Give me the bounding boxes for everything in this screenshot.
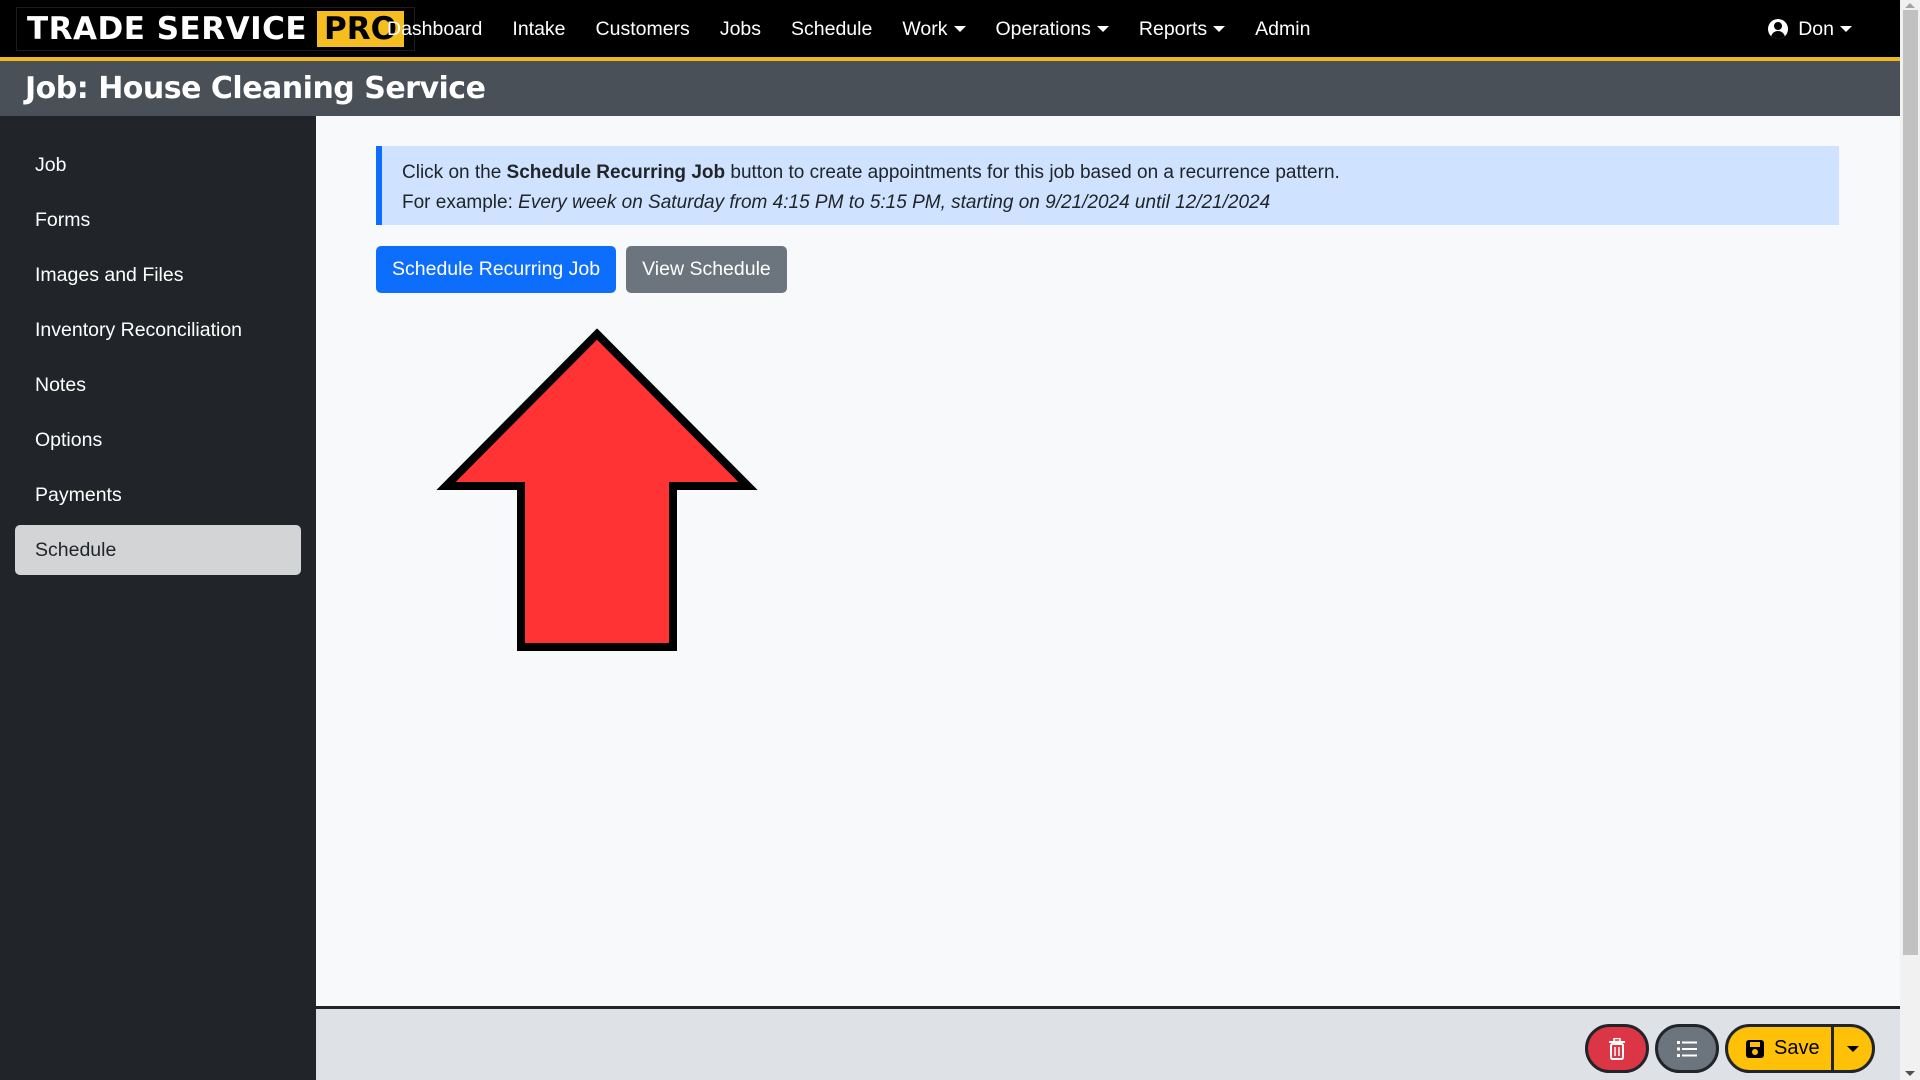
- sidebar-item-images-and-files[interactable]: Images and Files: [15, 250, 301, 300]
- caret-down-icon: [1213, 26, 1226, 32]
- alert-example-text: Every week on Saturday from 4:15 PM to 5…: [518, 192, 1271, 213]
- nav-links: Dashboard Intake Customers Jobs Schedule…: [372, 0, 1325, 58]
- list-icon: [1677, 1040, 1697, 1057]
- nav-reports-dropdown[interactable]: Reports: [1124, 18, 1240, 41]
- trash-icon: [1609, 1037, 1625, 1060]
- caret-down-icon: [1096, 26, 1109, 32]
- nav-work-dropdown[interactable]: Work: [887, 18, 980, 41]
- user-menu-dropdown[interactable]: Don: [1768, 0, 1852, 58]
- nav-intake[interactable]: Intake: [497, 18, 580, 41]
- alert-line-1: Click on the Schedule Recurring Job butt…: [402, 158, 1839, 188]
- sidebar-item-schedule[interactable]: Schedule: [15, 525, 301, 575]
- sidebar-item-label: Options: [35, 428, 103, 451]
- page-title: Job: House Cleaning Service: [25, 71, 486, 106]
- caret-down-icon: [1840, 26, 1852, 32]
- vertical-scrollbar[interactable]: [1900, 0, 1920, 1080]
- caret-down-icon: [953, 26, 966, 32]
- sidebar-item-forms[interactable]: Forms: [15, 195, 301, 245]
- nav-label: Intake: [512, 17, 566, 40]
- alert-line-2: For example: Every week on Saturday from…: [402, 188, 1839, 218]
- bottom-action-bar: Save: [316, 1006, 1900, 1080]
- alert-text: button to create appointments for this j…: [725, 162, 1340, 183]
- alert-text: Click on the: [402, 162, 507, 183]
- sidebar-item-notes[interactable]: Notes: [15, 360, 301, 410]
- save-button[interactable]: Save: [1728, 1027, 1834, 1070]
- save-label: Save: [1774, 1037, 1820, 1059]
- nav-operations-dropdown[interactable]: Operations: [981, 18, 1124, 41]
- info-alert: Click on the Schedule Recurring Job butt…: [376, 146, 1839, 225]
- scrollbar-thumb[interactable]: [1903, 10, 1918, 955]
- nav-label: Work: [902, 17, 948, 40]
- scroll-up-arrow-icon[interactable]: [1905, 3, 1915, 8]
- nav-admin[interactable]: Admin: [1240, 18, 1325, 41]
- sidebar-item-options[interactable]: Options: [15, 415, 301, 465]
- user-name: Don: [1798, 17, 1834, 40]
- alert-text: For example:: [402, 192, 519, 213]
- nav-jobs[interactable]: Jobs: [705, 18, 776, 41]
- alert-bold-text: Schedule Recurring Job: [506, 162, 726, 183]
- brand-logo[interactable]: TRADE SERVICE PRO: [16, 7, 415, 51]
- nav-label: Customers: [595, 17, 690, 40]
- sidebar-item-payments[interactable]: Payments: [15, 470, 301, 520]
- top-navbar: TRADE SERVICE PRO Dashboard Intake Custo…: [0, 0, 1900, 58]
- list-view-button[interactable]: [1655, 1024, 1719, 1073]
- floppy-disk-icon: [1746, 1039, 1764, 1058]
- caret-down-icon: [1847, 1045, 1859, 1052]
- nav-label: Operations: [995, 17, 1091, 40]
- brand-name: TRADE SERVICE: [27, 11, 308, 47]
- nav-label: Reports: [1138, 17, 1208, 40]
- sidebar-item-label: Job: [35, 153, 67, 176]
- nav-label: Dashboard: [387, 17, 483, 40]
- save-button-group: Save: [1725, 1024, 1875, 1073]
- sidebar-item-label: Forms: [35, 208, 91, 231]
- view-schedule-button[interactable]: View Schedule: [626, 246, 787, 293]
- delete-button[interactable]: [1585, 1024, 1649, 1073]
- nav-label: Admin: [1255, 17, 1311, 40]
- nav-schedule[interactable]: Schedule: [776, 18, 887, 41]
- sidebar-item-job[interactable]: Job: [15, 140, 301, 190]
- nav-label: Schedule: [791, 17, 873, 40]
- sidebar-item-label: Images and Files: [35, 263, 184, 286]
- sidebar-item-inventory-reconciliation[interactable]: Inventory Reconciliation: [15, 305, 301, 355]
- user-circle-icon: [1768, 19, 1789, 39]
- save-options-dropdown[interactable]: [1834, 1027, 1872, 1070]
- nav-dashboard[interactable]: Dashboard: [372, 18, 497, 41]
- action-buttons: Schedule Recurring Job View Schedule: [376, 246, 787, 293]
- sidebar-item-label: Inventory Reconciliation: [35, 318, 243, 341]
- sidebar-item-label: Payments: [35, 483, 122, 506]
- sidebar: Job Forms Images and Files Inventory Rec…: [0, 116, 316, 1080]
- nav-label: Jobs: [719, 17, 762, 40]
- nav-customers[interactable]: Customers: [581, 18, 705, 41]
- sidebar-item-label: Schedule: [35, 538, 117, 561]
- schedule-recurring-job-button[interactable]: Schedule Recurring Job: [376, 246, 617, 293]
- page-header: Job: House Cleaning Service: [0, 61, 1900, 116]
- scroll-down-arrow-icon[interactable]: [1905, 1071, 1915, 1076]
- sidebar-item-label: Notes: [35, 373, 86, 396]
- main-content: Click on the Schedule Recurring Job butt…: [316, 116, 1900, 1006]
